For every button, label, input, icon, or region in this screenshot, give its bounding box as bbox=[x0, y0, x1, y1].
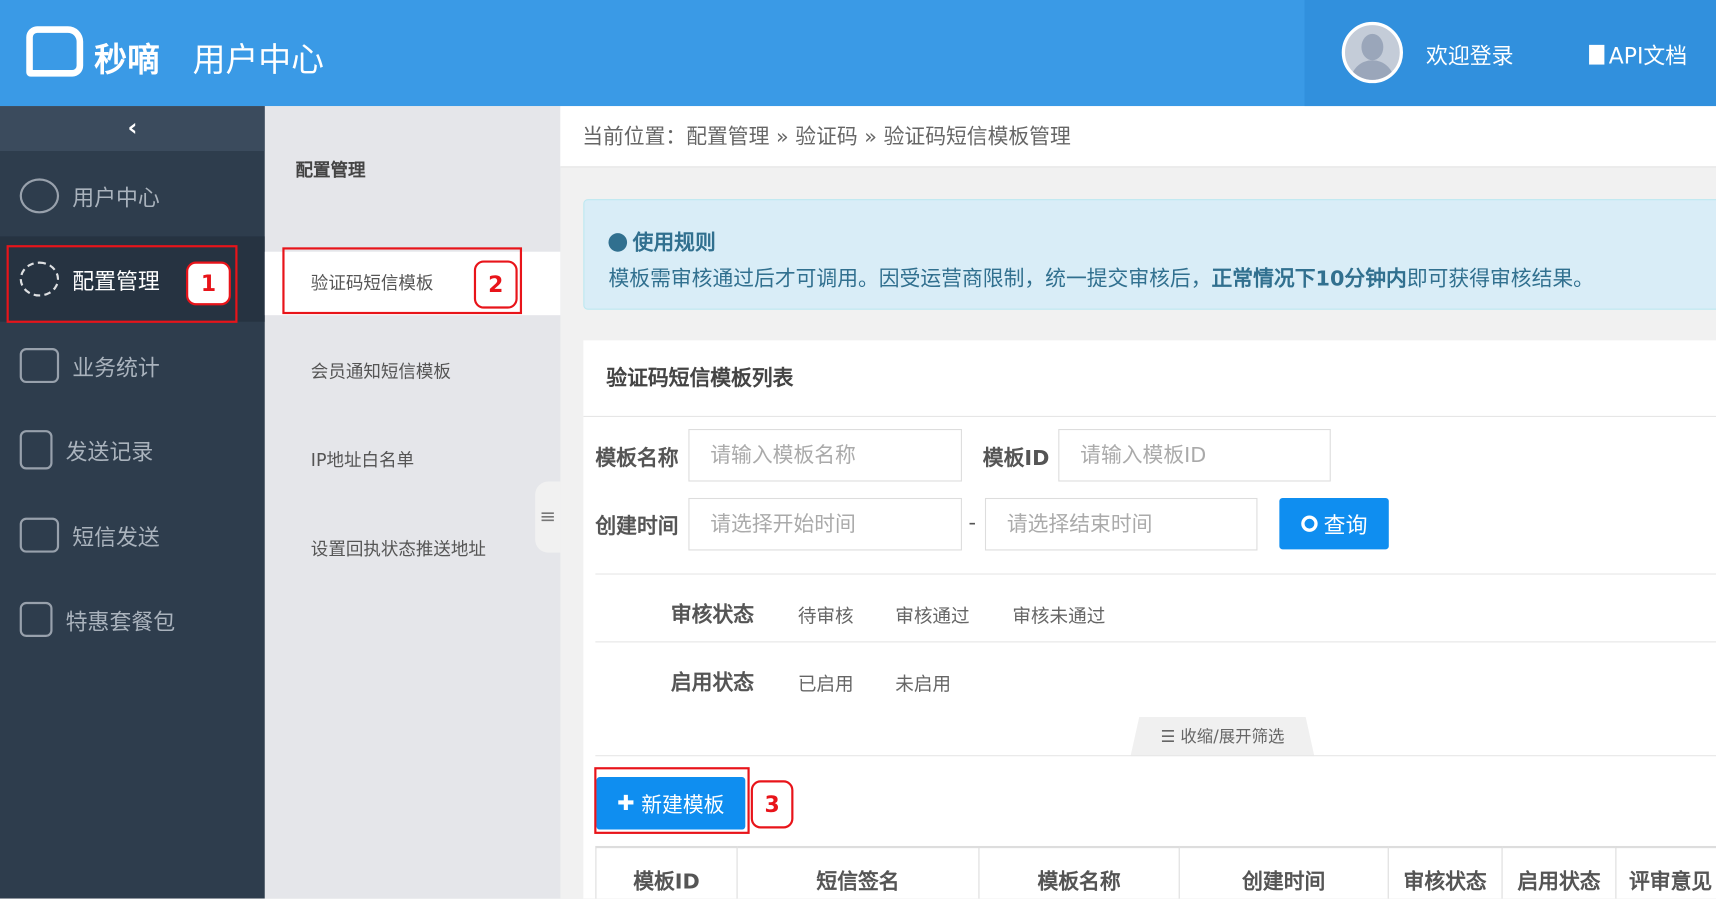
sidebar-label: 用户中心 bbox=[72, 184, 160, 211]
document-icon bbox=[19, 430, 53, 470]
query-label: 查询 bbox=[1323, 512, 1368, 539]
audit-status-label: 审核状态 bbox=[670, 603, 755, 628]
filter-rejected[interactable]: 审核未通过 bbox=[1012, 601, 1105, 628]
filter-approved[interactable]: 审核通过 bbox=[895, 601, 969, 628]
submenu-panel: 配置管理 验证码短信模板 会员通知短信模板 IP地址白名单 设置回执状态推送地址… bbox=[264, 106, 561, 899]
alert-text-end: 即可获得审核结果。 bbox=[1406, 267, 1594, 292]
sidebar: ‹ 用户中心 配置管理 业务统计 发送记录 短信发送 特惠套餐包 bbox=[0, 106, 265, 899]
submenu-title: 配置管理 bbox=[295, 159, 366, 181]
annotation-badge-2: 2 bbox=[473, 260, 518, 309]
column-template-name: 模板名称 bbox=[979, 845, 1180, 899]
template-name-label: 模板名称 bbox=[595, 446, 679, 471]
search-icon bbox=[1300, 515, 1318, 532]
breadcrumb: 当前位置：配置管理 » 验证码 » 验证码短信模板管理 bbox=[560, 106, 1716, 168]
annotation-box-3 bbox=[594, 767, 750, 834]
avatar[interactable] bbox=[1341, 21, 1404, 84]
sidebar-label: 业务统计 bbox=[72, 354, 160, 381]
sidebar-item-sms-send[interactable]: 短信发送 bbox=[0, 492, 265, 577]
sidebar-label: 特惠套餐包 bbox=[65, 607, 176, 635]
card-title: 验证码短信模板列表 bbox=[606, 366, 794, 391]
template-name-input[interactable]: 请输入模板名称 bbox=[688, 429, 962, 482]
enable-status-label: 启用状态 bbox=[670, 670, 755, 695]
api-docs-link[interactable]: API文档 bbox=[1589, 38, 1687, 70]
alert-title: 使用规则 bbox=[632, 230, 716, 255]
query-button[interactable]: 查询 bbox=[1279, 497, 1389, 550]
start-time-input[interactable]: 请选择开始时间 bbox=[688, 497, 962, 551]
filter-pending[interactable]: 待审核 bbox=[798, 601, 854, 628]
sidebar-item-stats[interactable]: 业务统计 bbox=[0, 323, 265, 408]
alert-text-bold: 正常情况下10分钟内 bbox=[1211, 267, 1407, 292]
bag-icon bbox=[19, 601, 53, 637]
collapse-sidebar-button[interactable]: ‹ bbox=[0, 106, 265, 152]
brand-name: 秒嘀 bbox=[94, 41, 160, 80]
usage-rules-alert: 使用规则 模板需审核通过后才可调用。因受运营商限制，统一提交审核后，正常情况下1… bbox=[583, 199, 1716, 310]
date-range-dash: - bbox=[968, 511, 977, 536]
sidebar-label: 发送记录 bbox=[65, 438, 154, 465]
sidebar-item-send-records[interactable]: 发送记录 bbox=[0, 407, 265, 492]
column-enable-status: 启用状态 bbox=[1502, 845, 1617, 899]
app-title: 用户中心 bbox=[192, 41, 324, 80]
api-docs-label: API文档 bbox=[1608, 42, 1688, 69]
filter-enabled[interactable]: 已启用 bbox=[798, 669, 854, 696]
sidebar-item-user-center[interactable]: 用户中心 bbox=[0, 153, 265, 238]
end-time-input[interactable]: 请选择结束时间 bbox=[984, 497, 1258, 551]
message-icon bbox=[19, 517, 60, 553]
template-id-label: 模板ID bbox=[982, 446, 1050, 471]
submenu-item-member-template[interactable]: 会员通知短信模板 bbox=[265, 340, 560, 403]
alert-text: 模板需审核通过后才可调用。因受运营商限制，统一提交审核后， bbox=[608, 267, 1212, 292]
toggle-filters-button[interactable]: ☰ 收缩/展开筛选 bbox=[1130, 716, 1315, 757]
logo-icon bbox=[26, 26, 84, 77]
column-create-time: 创建时间 bbox=[1179, 845, 1389, 899]
filter-disabled[interactable]: 未启用 bbox=[895, 669, 951, 696]
column-audit-status: 审核状态 bbox=[1388, 845, 1503, 899]
user-icon bbox=[19, 178, 60, 214]
chart-icon bbox=[19, 348, 60, 384]
submenu-toggle-handle[interactable]: ≡ bbox=[535, 481, 561, 553]
create-time-label: 创建时间 bbox=[595, 514, 679, 539]
sidebar-label: 短信发送 bbox=[72, 523, 160, 550]
info-icon bbox=[608, 233, 628, 252]
column-template-id: 模板ID bbox=[595, 845, 738, 899]
submenu-item-ip-whitelist[interactable]: IP地址白名单 bbox=[265, 429, 560, 492]
column-review-comment: 评审意见 bbox=[1616, 845, 1716, 899]
top-header: 秒嘀 用户中心 欢迎登录 API文档 bbox=[0, 0, 1716, 107]
submenu-item-receipt-url[interactable]: 设置回执状态推送地址 bbox=[265, 518, 560, 581]
welcome-login-link[interactable]: 欢迎登录 bbox=[1426, 38, 1514, 70]
annotation-badge-1: 1 bbox=[186, 261, 231, 306]
template-id-input[interactable]: 请输入模板ID bbox=[1058, 429, 1331, 482]
sidebar-item-packages[interactable]: 特惠套餐包 bbox=[0, 577, 265, 662]
document-icon bbox=[1589, 44, 1605, 65]
column-signature: 短信签名 bbox=[737, 845, 980, 899]
annotation-badge-3: 3 bbox=[750, 780, 794, 829]
